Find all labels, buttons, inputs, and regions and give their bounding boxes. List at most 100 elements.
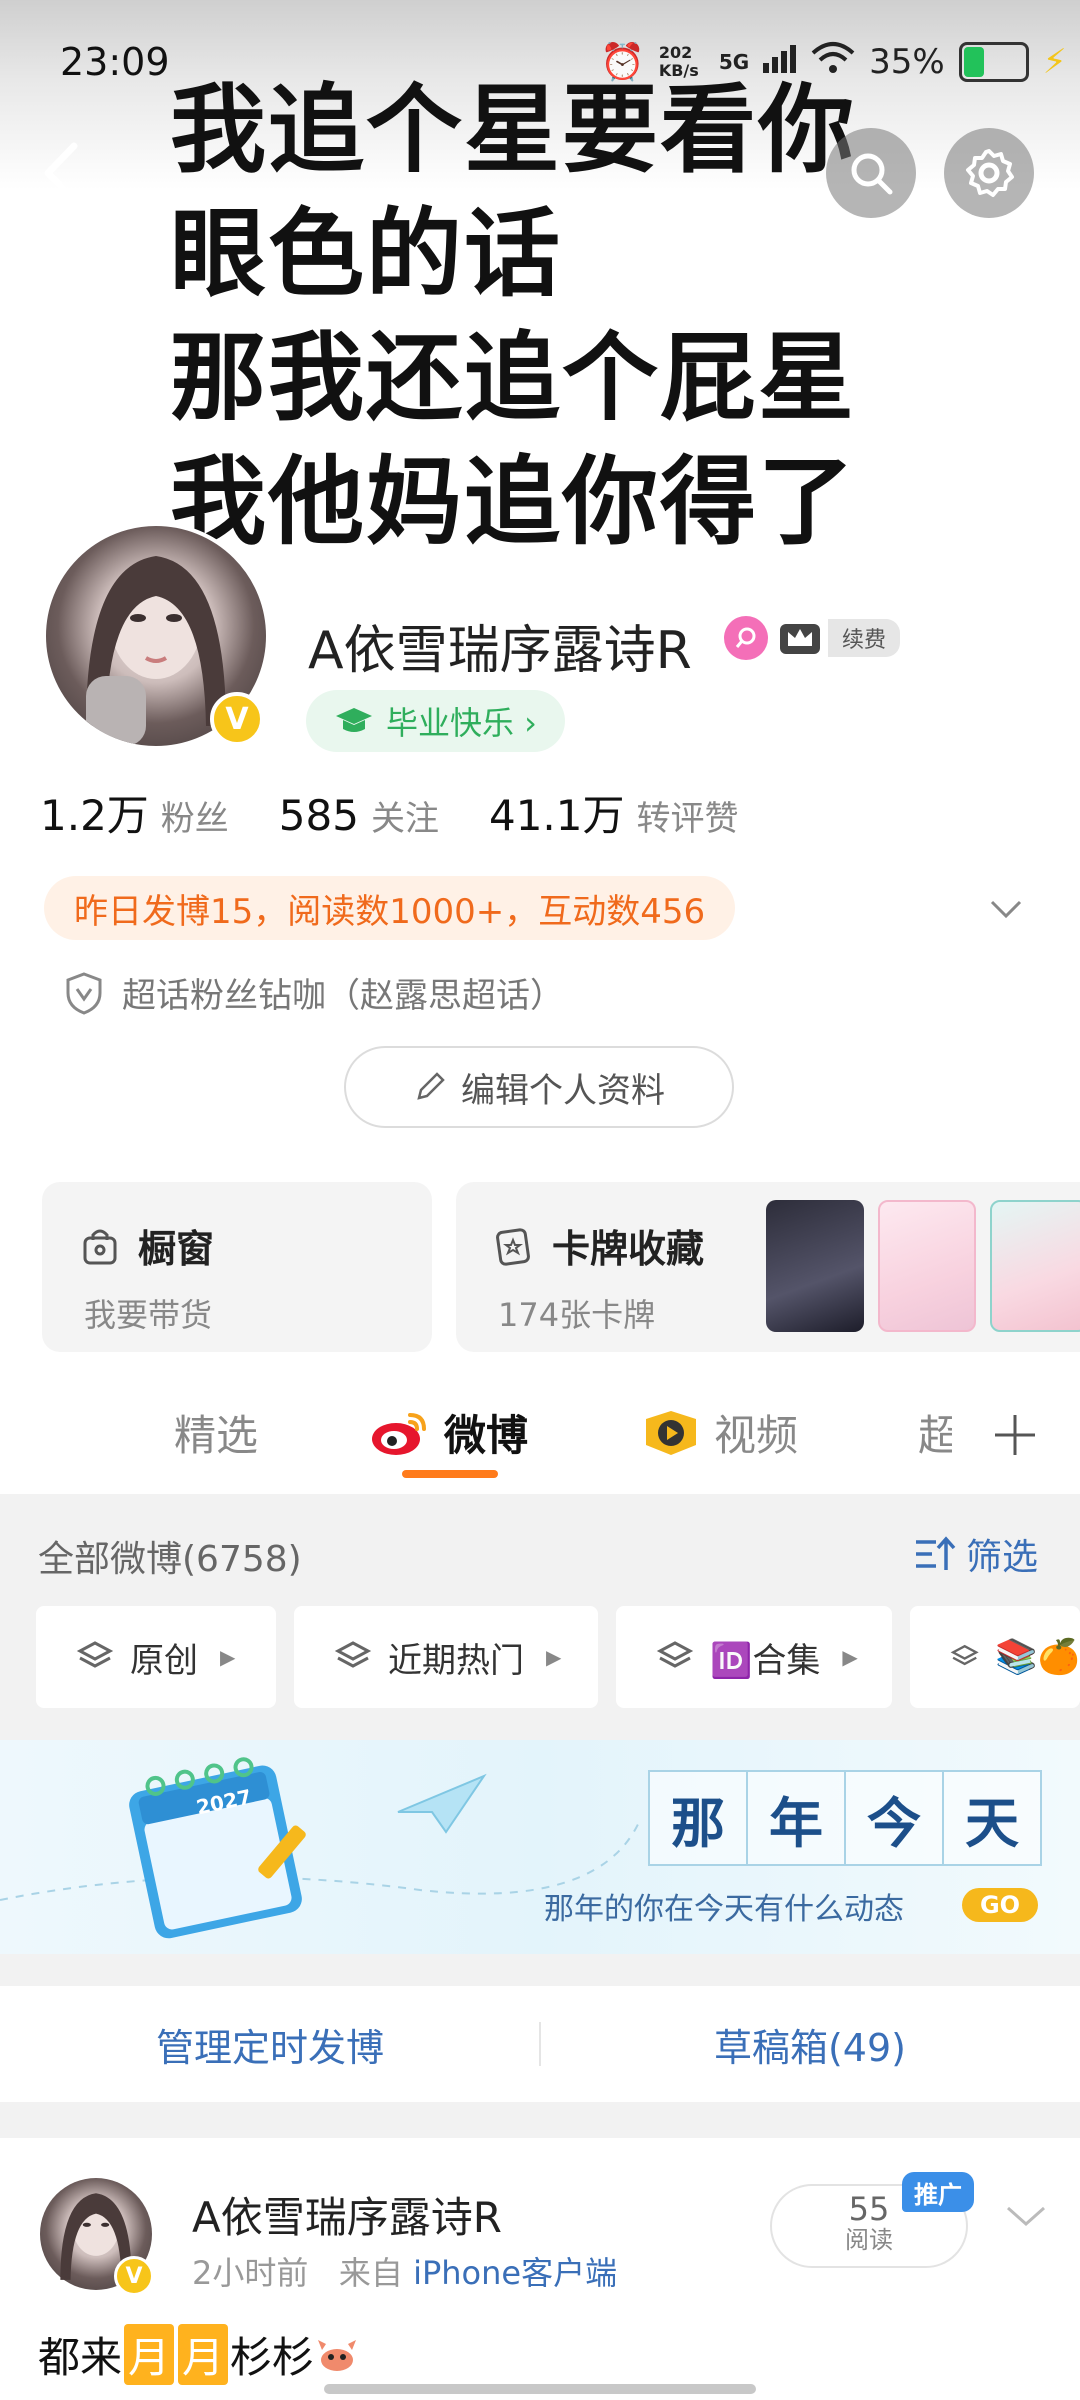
- collection-title-row: 卡牌收藏: [494, 1218, 704, 1273]
- tab-video-label: 视频: [714, 1411, 799, 1460]
- active-tab-indicator: [402, 1470, 498, 1478]
- vip-renew-label: 续费: [828, 619, 901, 657]
- tab-supertopic[interactable]: 超: [918, 1402, 952, 1463]
- vip-renew-badge[interactable]: 续费: [778, 618, 901, 658]
- graduation-tag[interactable]: 毕业快乐 ›: [306, 690, 565, 752]
- caret-right-icon: ▶: [842, 1645, 858, 1669]
- following-count[interactable]: 585: [279, 791, 359, 840]
- caret-right-icon: ▶: [546, 1645, 562, 1669]
- following-label[interactable]: 关注: [371, 791, 439, 840]
- chip-label: 近期热门: [388, 1640, 524, 1681]
- chip-recent-hot[interactable]: 近期热门 ▶: [294, 1606, 598, 1708]
- that-year-today-title: 那 年 今 天: [648, 1770, 1042, 1866]
- collection-title: 卡牌收藏: [552, 1227, 705, 1271]
- post-management-bar: 管理定时发博 草稿箱(49): [0, 1986, 1080, 2102]
- filter-button[interactable]: 筛选: [912, 1528, 1038, 1580]
- cover-line: 我他妈追你得了: [170, 446, 856, 558]
- post-meta: 2小时前 来自 iPhone客户端: [192, 2248, 617, 2294]
- edit-profile-label: 编辑个人资料: [461, 1070, 665, 1111]
- shield-icon: [66, 971, 102, 1015]
- wifi-icon: [811, 41, 855, 84]
- edit-profile-button[interactable]: 编辑个人资料: [344, 1046, 734, 1128]
- expand-summary-button[interactable]: [984, 886, 1028, 934]
- tab-video[interactable]: 视频: [642, 1402, 798, 1463]
- caret-right-icon: ▶: [220, 1645, 236, 1669]
- fan-badge-icon[interactable]: [724, 616, 768, 660]
- post-text-emoji-box: 月: [124, 2324, 175, 2385]
- card-collection-card[interactable]: 卡牌收藏 174张卡牌: [456, 1182, 1080, 1352]
- graduation-cap-icon: [336, 708, 372, 732]
- pencil-icon: [417, 1072, 445, 1100]
- gear-icon: [966, 149, 1014, 197]
- title-char: 天: [942, 1770, 1042, 1866]
- followers-count[interactable]: 1.2万: [40, 782, 149, 843]
- post-text-emoji-box: 月: [178, 2324, 229, 2385]
- layers-icon: [950, 1644, 979, 1666]
- promote-tag[interactable]: 推广: [902, 2172, 974, 2212]
- magnify-heart-icon: [735, 627, 756, 648]
- chip-books[interactable]: 📚🍊: [910, 1606, 1080, 1708]
- drafts-button[interactable]: 草稿箱(49): [540, 1986, 1080, 2102]
- that-year-today-subtitle: 那年的你在今天有什么动态: [544, 1892, 904, 1927]
- showcase-title-row: 橱窗: [80, 1218, 214, 1273]
- chip-original[interactable]: 原创 ▶: [36, 1606, 276, 1708]
- post-source-link[interactable]: iPhone客户端: [413, 2254, 617, 2292]
- chevron-down-icon: [1007, 2206, 1045, 2227]
- settings-button[interactable]: [944, 128, 1034, 218]
- layers-icon: [76, 1641, 114, 1668]
- tab-supertopic-label: 超: [918, 1411, 952, 1460]
- bag-icon: [83, 1229, 117, 1264]
- chevron-left-icon: [44, 142, 78, 204]
- video-play-icon: [646, 1410, 696, 1455]
- tab-featured[interactable]: 精选: [174, 1402, 258, 1463]
- status-icons: ⏰ 202 KB/s 5G 35% ⚡: [600, 38, 1067, 86]
- title-char: 今: [844, 1770, 944, 1866]
- chip-collection[interactable]: 🆔合集 ▶: [616, 1606, 892, 1708]
- post-text-part: 都来: [38, 2333, 123, 2382]
- charging-icon: ⚡: [1042, 42, 1067, 82]
- post-time: 2小时前: [192, 2254, 309, 2292]
- profile-nickname: A依雪瑞序露诗R: [308, 621, 692, 681]
- weibo-post[interactable]: V A依雪瑞序露诗R 2小时前 来自 iPhone客户端 55 阅读 推广 都来…: [0, 2138, 1080, 2400]
- battery-fill: [963, 47, 984, 77]
- scheduled-posts-button[interactable]: 管理定时发博: [0, 1986, 540, 2102]
- profile-tabs: 精选 微博 视频 超: [0, 1380, 1080, 1490]
- graduation-tag-label: 毕业快乐 ›: [386, 704, 537, 742]
- post-author-name[interactable]: A依雪瑞序露诗R: [192, 2184, 502, 2245]
- tab-weibo-label: 微博: [444, 1411, 529, 1460]
- battery-percent: 35%: [869, 42, 945, 82]
- yesterday-summary[interactable]: 昨日发博15，阅读数1000+，互动数456: [44, 876, 736, 940]
- weibo-logo-icon: [372, 1412, 426, 1455]
- verified-badge: V: [210, 692, 264, 746]
- chip-label: 📚🍊: [995, 1637, 1080, 1677]
- search-button[interactable]: [826, 128, 916, 218]
- cover-line: 那我还追个屁星: [170, 322, 856, 434]
- followers-label[interactable]: 粉丝: [161, 791, 229, 840]
- that-year-today-banner[interactable]: 2027 那 年 今 天 那年的你在今天有什么动态: [0, 1740, 1080, 1954]
- supertopic-fan-level[interactable]: 超话粉丝钻咖（赵露思超话）: [64, 968, 564, 1017]
- title-char: 那: [648, 1770, 748, 1866]
- showcase-title: 橱窗: [138, 1227, 215, 1271]
- showcase-card[interactable]: 橱窗 我要带货: [42, 1182, 432, 1352]
- tab-featured-label: 精选: [174, 1411, 259, 1460]
- interactions-count[interactable]: 41.1万: [489, 782, 625, 843]
- add-tab-button[interactable]: [950, 1380, 1080, 1490]
- verified-letter: V: [125, 2263, 143, 2289]
- net-speed: 202 KB/s: [658, 43, 699, 80]
- profile-stats: 1.2万 粉丝 585 关注 41.1万 转评赞: [40, 782, 789, 843]
- back-button[interactable]: [30, 128, 90, 222]
- layers-icon: [656, 1641, 694, 1668]
- interactions-label[interactable]: 转评赞: [637, 791, 739, 840]
- chip-label: 🆔合集: [710, 1640, 821, 1681]
- status-time: 23:09: [60, 40, 170, 84]
- post-menu-button[interactable]: [1002, 2196, 1050, 2240]
- crown-icon: [780, 624, 820, 654]
- signal-label: 5G: [718, 50, 750, 74]
- battery-icon: [958, 42, 1029, 82]
- plus-icon: [995, 1415, 1035, 1455]
- post-text: 都来月月杉杉: [38, 2324, 360, 2385]
- verified-letter: V: [225, 701, 249, 737]
- supertopic-label: 超话粉丝钻咖（赵露思超话）: [122, 976, 564, 1016]
- tab-weibo[interactable]: 微博: [370, 1402, 528, 1463]
- go-button[interactable]: GO: [962, 1888, 1038, 1922]
